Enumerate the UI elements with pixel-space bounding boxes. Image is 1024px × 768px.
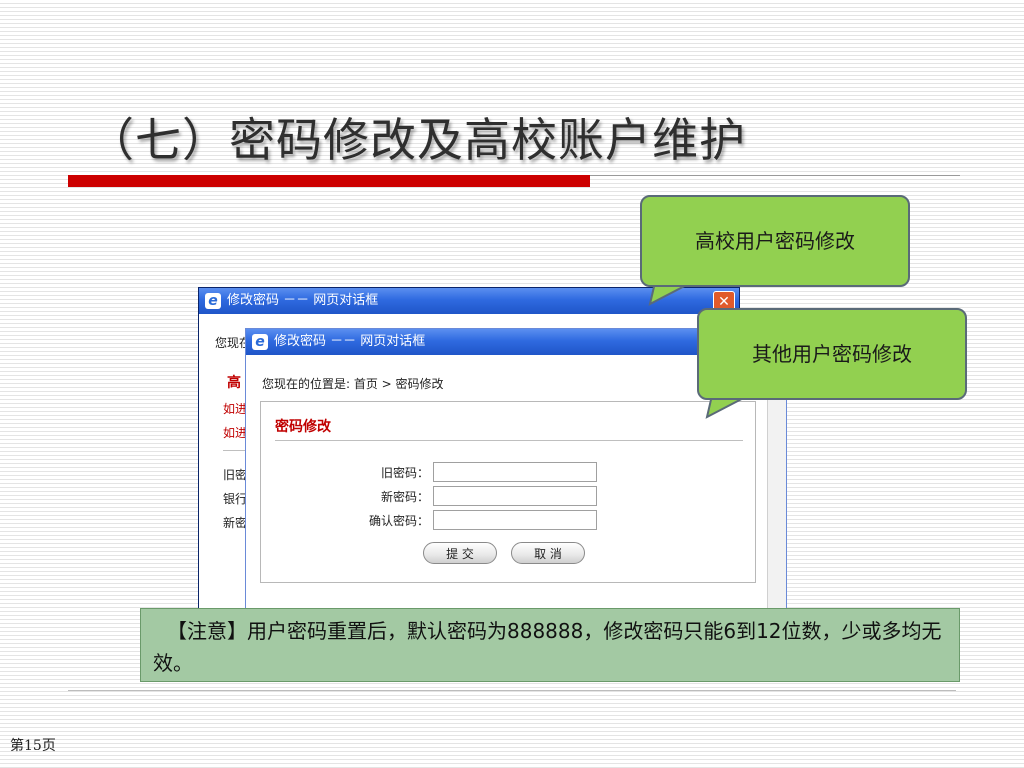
old-password-label: 旧密码： <box>380 466 429 480</box>
slide-title: （七）密码修改及高校账户维护 <box>88 113 746 167</box>
callout-other-user: 其他用户密码修改 <box>697 308 967 400</box>
old-password-input[interactable] <box>433 462 597 482</box>
bottom-divider <box>68 690 956 691</box>
confirm-password-input[interactable] <box>433 510 597 530</box>
cancel-button[interactable]: 取 消 <box>511 542 585 564</box>
title-accent-bar <box>68 175 590 187</box>
page-number: 第15页 <box>10 738 56 754</box>
back-heading-text: 高 <box>227 375 241 391</box>
new-password-label: 新密码： <box>380 490 429 504</box>
note-box: 【注意】用户密码重置后，默认密码为888888，修改密码只能6到12位数，少或多… <box>140 608 960 682</box>
ie-icon: e <box>205 293 221 309</box>
panel-title: 密码修改 <box>275 419 331 435</box>
panel-separator <box>275 440 743 441</box>
front-dialog-title: 修改密码 －－ 网页对话框 <box>274 334 426 349</box>
password-panel: 密码修改 旧密码： 新密码： 确认密码： 提 交 取 消 <box>260 401 756 583</box>
back-field1-label: 旧密 <box>223 468 248 482</box>
confirm-password-label: 确认密码： <box>368 514 429 528</box>
new-password-input[interactable] <box>433 486 597 506</box>
back-line2-text: 如进 <box>223 426 248 440</box>
back-field3-label: 新密 <box>223 516 248 530</box>
callout-school-user: 高校用户密码修改 <box>640 195 910 287</box>
submit-button[interactable]: 提 交 <box>423 542 497 564</box>
back-line1-text: 如进 <box>223 402 248 416</box>
location-breadcrumb: 您现在的位置是: 首页 > 密码修改 <box>262 377 444 391</box>
back-field2-label: 银行 <box>223 492 248 506</box>
back-dialog-title: 修改密码 －－ 网页对话框 <box>227 293 379 308</box>
ie-icon: e <box>252 334 268 350</box>
